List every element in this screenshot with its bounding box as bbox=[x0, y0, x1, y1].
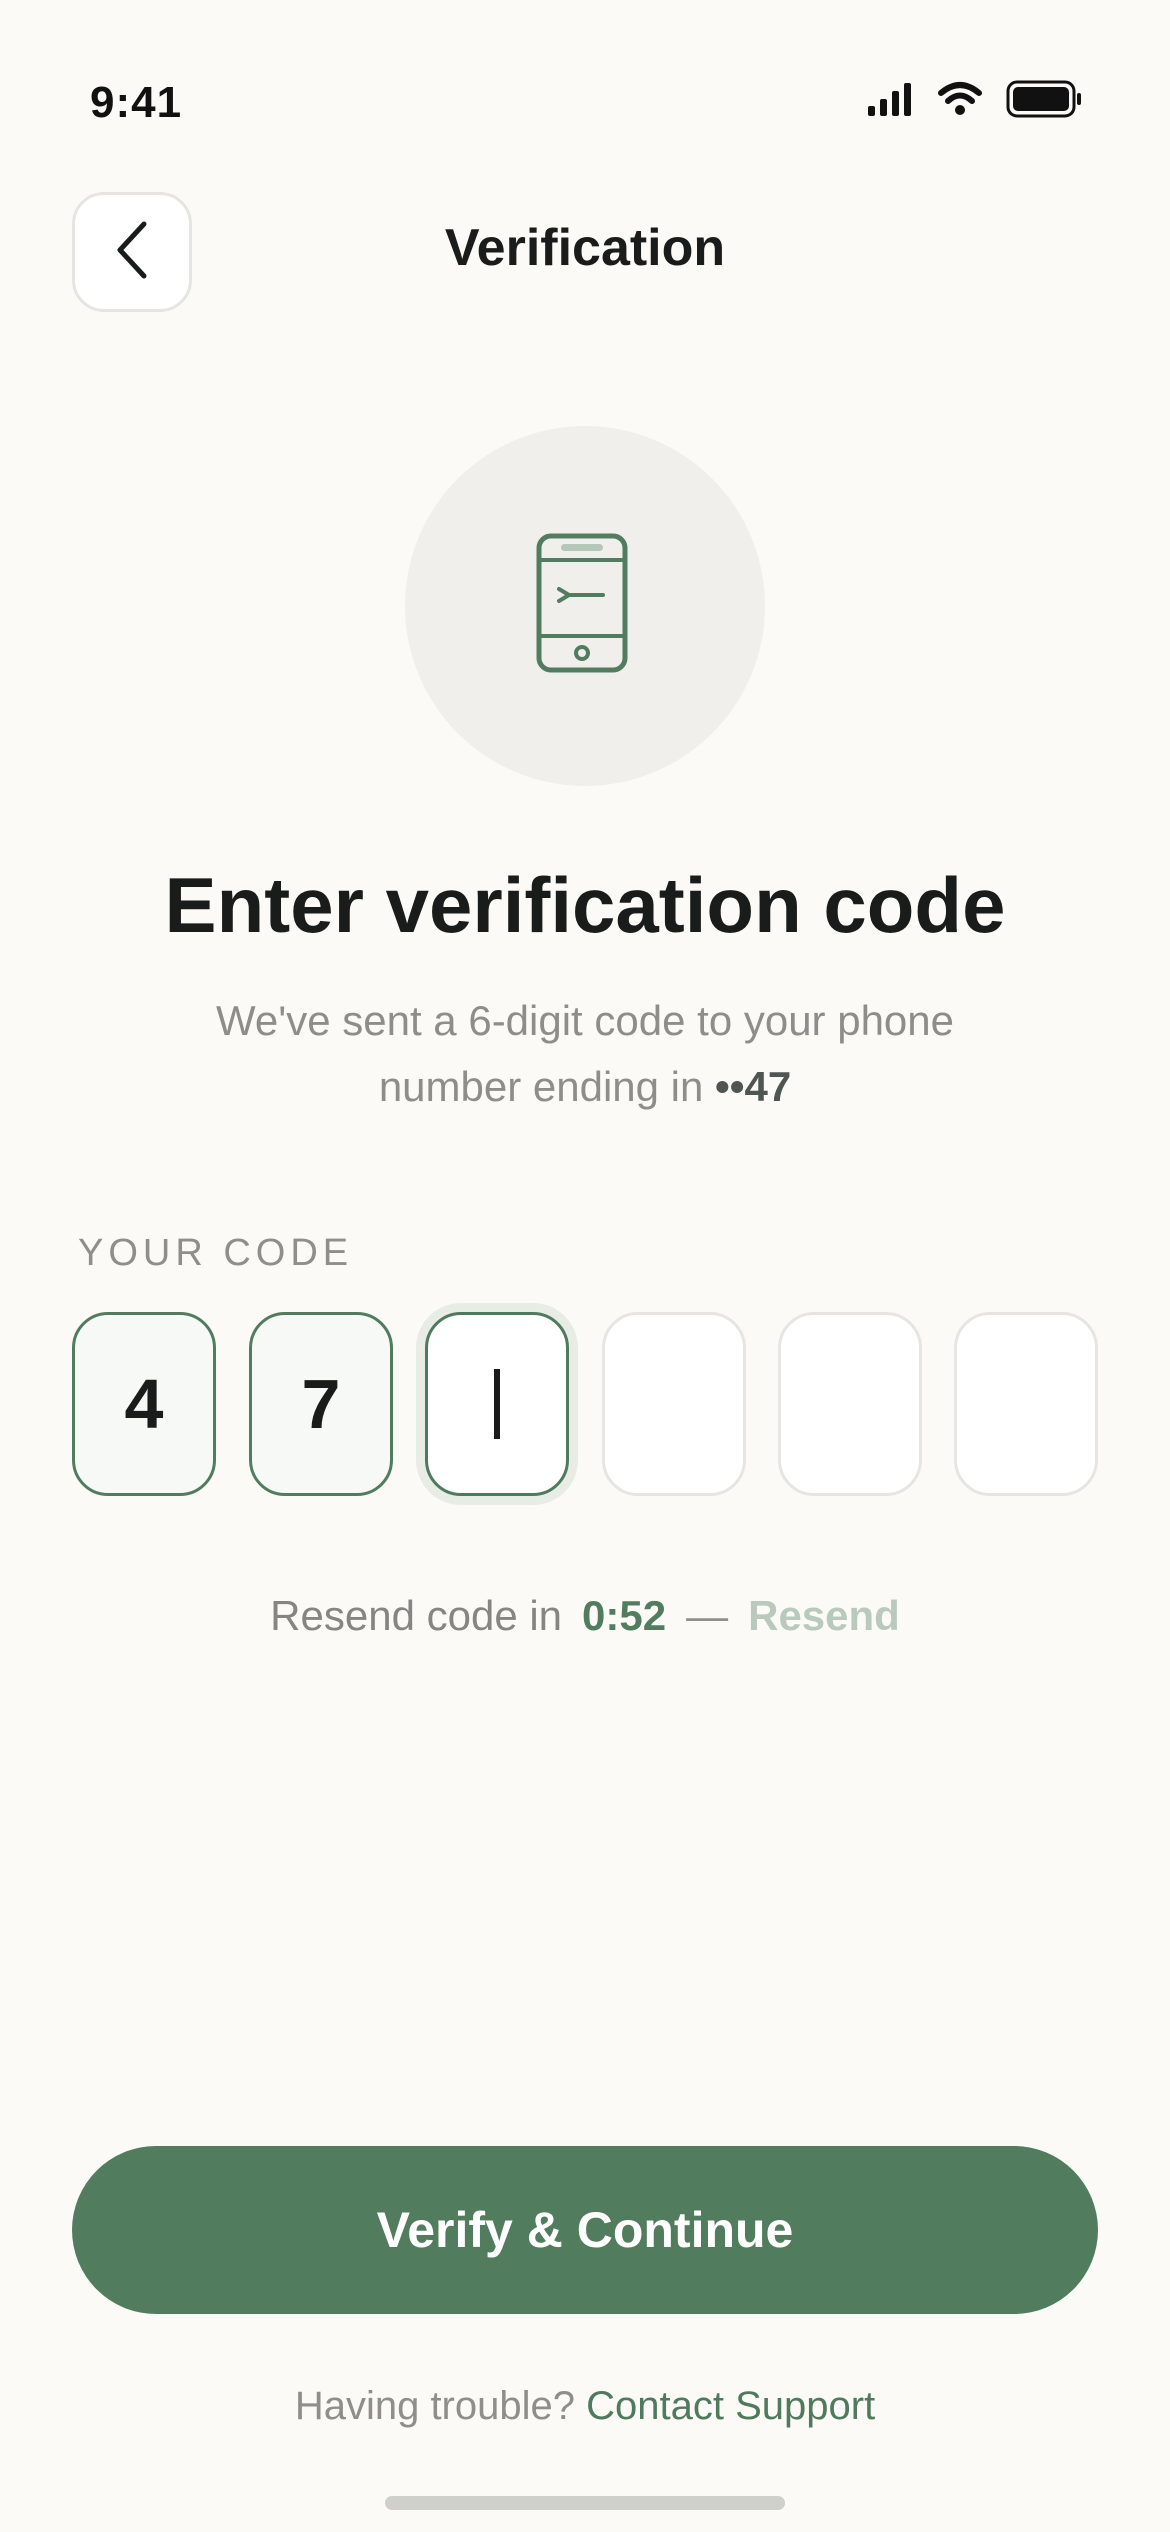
status-time: 9:41 bbox=[90, 78, 183, 127]
code-digit-6[interactable] bbox=[954, 1312, 1098, 1496]
subtitle-text: We've sent a 6-digit code to your phone … bbox=[215, 997, 955, 1110]
verify-continue-button[interactable]: Verify & Continue bbox=[72, 2146, 1098, 2314]
code-digit-4[interactable] bbox=[602, 1312, 746, 1496]
code-digit-5[interactable] bbox=[778, 1312, 922, 1496]
main-heading: Enter verification code bbox=[164, 861, 1006, 949]
code-digit-3[interactable] bbox=[425, 1312, 569, 1496]
verification-screen: 9:41 Verification Enter verification cod… bbox=[0, 0, 1170, 2532]
resend-separator: — bbox=[686, 1592, 729, 1639]
hero-illustration bbox=[405, 426, 765, 786]
status-icons bbox=[866, 80, 1082, 123]
page-title: Verification bbox=[444, 219, 726, 277]
wifi-icon bbox=[938, 81, 982, 122]
resend-label: Resend code in bbox=[270, 1592, 563, 1639]
help-text: Having trouble? bbox=[294, 2384, 575, 2428]
resend-link[interactable]: Resend bbox=[748, 1592, 900, 1640]
code-label: YOUR CODE bbox=[78, 1232, 354, 1274]
help-row: Having trouble? Contact Support bbox=[0, 2384, 1170, 2429]
cellular-signal-icon bbox=[866, 82, 914, 121]
text-cursor bbox=[494, 1369, 500, 1439]
home-indicator[interactable] bbox=[385, 2496, 785, 2510]
code-digit-2[interactable]: 7 bbox=[249, 1312, 393, 1496]
phone-message-icon bbox=[535, 532, 635, 681]
battery-icon bbox=[1006, 80, 1082, 123]
code-digit-1[interactable]: 4 bbox=[72, 1312, 216, 1496]
resend-timer: 0:52 bbox=[582, 1592, 667, 1639]
resend-row: Resend code in 0:52 — Resend bbox=[0, 1592, 1170, 1640]
subtitle: We've sent a 6-digit code to your phone … bbox=[150, 988, 1020, 1120]
masked-phone-number: ••47 bbox=[715, 1063, 792, 1110]
contact-support-link[interactable]: Contact Support bbox=[586, 2384, 875, 2428]
